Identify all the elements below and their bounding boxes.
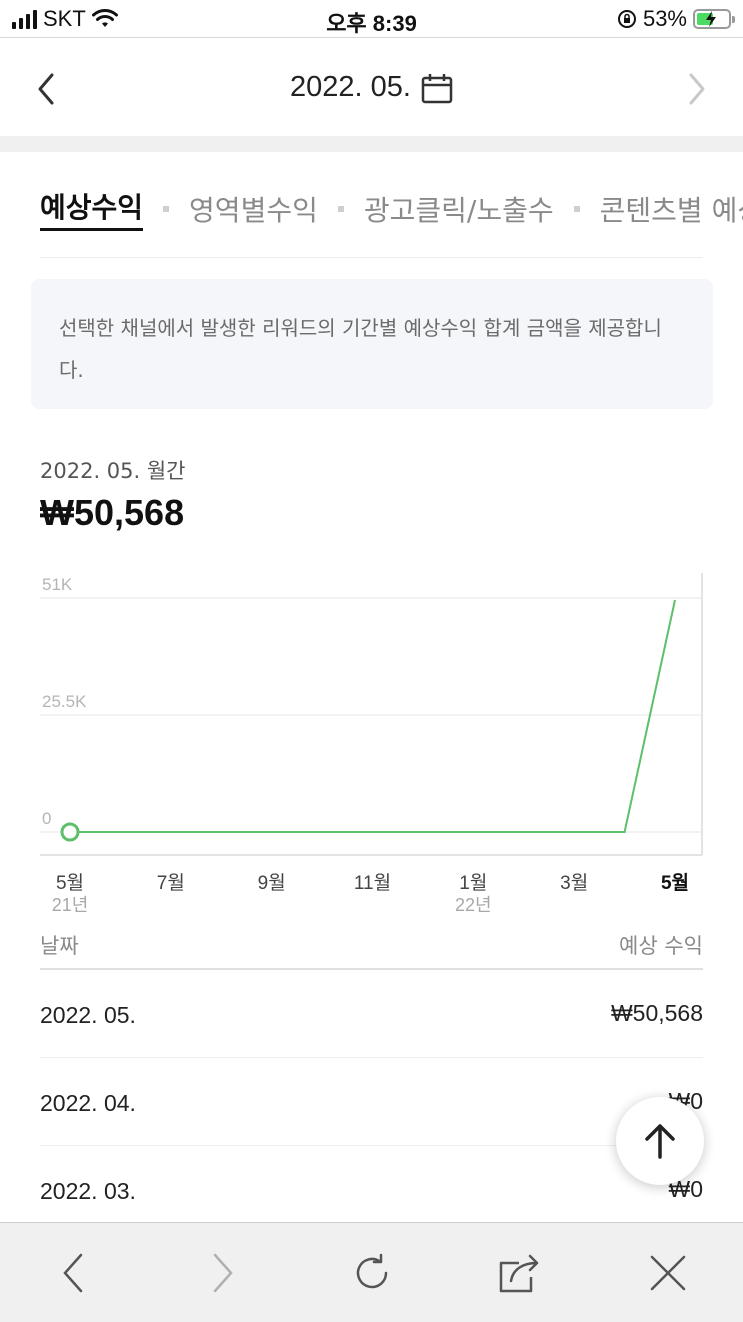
- data-point: [571, 829, 577, 835]
- date-picker[interactable]: 2022. 05.: [0, 71, 743, 104]
- data-point: [168, 829, 174, 835]
- close-tab-button[interactable]: [646, 1251, 690, 1295]
- x-tick-label: 1월: [459, 872, 487, 894]
- data-point: [370, 829, 376, 835]
- calendar-icon: [421, 73, 453, 103]
- data-point-marker: [60, 822, 80, 842]
- period-label: 2022. 05. 월간: [40, 459, 186, 483]
- x-tick-year-label: 21년: [52, 895, 89, 915]
- revenue-line: [70, 599, 676, 833]
- table-row: 2022. 03. ₩0: [40, 1146, 703, 1234]
- tab-separator: [337, 205, 344, 212]
- y-tick-label: 51K: [42, 575, 73, 594]
- tab-estimated-revenue[interactable]: 예상수익: [40, 186, 144, 231]
- y-tick-label: 0: [42, 809, 51, 828]
- tab-revenue-by-area[interactable]: 영역별수익: [189, 189, 318, 229]
- battery-percent: 53%: [642, 6, 687, 31]
- status-bar: SKT 오후 8:39 53%: [0, 0, 743, 38]
- battery-icon: [693, 9, 735, 29]
- page-title: 2022. 05.: [290, 71, 411, 103]
- tab-separator: [163, 205, 170, 212]
- section-divider: [0, 136, 743, 152]
- back-icon: [63, 1253, 83, 1293]
- info-text: 선택한 채널에서 발생한 리워드의 기간별 예상수익 합계 금액을 제공합니다.: [59, 316, 662, 382]
- x-tick-label: 7월: [157, 872, 185, 894]
- y-tick-label: 25.5K: [42, 692, 87, 711]
- row-date: 2022. 04.: [40, 1090, 136, 1116]
- share-icon: [499, 1254, 539, 1293]
- x-tick-label: 9월: [258, 872, 286, 894]
- share-button[interactable]: [497, 1251, 541, 1295]
- browser-toolbar: [0, 1222, 743, 1322]
- chevron-right-icon[interactable]: [677, 69, 713, 109]
- column-revenue: 예상 수익: [619, 934, 703, 958]
- x-tick-year-label: 22년: [455, 895, 492, 915]
- date-header: 2022. 05.: [0, 39, 743, 136]
- row-value: ₩50,568: [610, 1000, 703, 1026]
- close-icon: [650, 1255, 686, 1291]
- arrow-up-icon: [645, 1124, 675, 1159]
- data-point: [269, 829, 275, 835]
- data-point: [420, 829, 426, 835]
- data-point: [672, 597, 678, 603]
- x-tick-label: 11월: [354, 872, 391, 894]
- table-header: 날짜 예상 수익: [40, 930, 703, 970]
- x-tick-label: 5월: [56, 872, 84, 894]
- back-button[interactable]: [52, 1251, 96, 1295]
- row-date: 2022. 05.: [40, 1002, 136, 1028]
- data-point: [521, 829, 527, 835]
- forward-button[interactable]: [200, 1251, 244, 1295]
- revenue-chart: 025.5K51K5월21년7월 9월 11월 1월22년3월 5월: [40, 573, 703, 915]
- scroll-top-button[interactable]: [616, 1097, 704, 1185]
- data-point: [117, 829, 123, 835]
- table-row: 2022. 04. ₩0: [40, 1058, 703, 1146]
- tab-separator: [573, 205, 580, 212]
- column-date: 날짜: [40, 934, 79, 958]
- tabs-divider: [40, 257, 703, 258]
- data-point: [218, 829, 224, 835]
- reload-icon: [356, 1253, 388, 1289]
- table-row: 2022. 05. ₩50,568: [40, 970, 703, 1058]
- reload-button[interactable]: [350, 1251, 394, 1295]
- tab-revenue-by-content[interactable]: 콘텐츠별 예상: [600, 189, 743, 229]
- data-point: [319, 829, 325, 835]
- x-tick-label: 5월: [661, 872, 689, 894]
- total-amount: ₩50,568: [40, 492, 185, 533]
- info-box: 선택한 채널에서 발생한 리워드의 기간별 예상수익 합계 금액을 제공합니다.: [31, 279, 713, 409]
- status-right: 53%: [617, 6, 735, 32]
- x-tick-label: 3월: [560, 872, 588, 894]
- tab-ad-clicks-impressions[interactable]: 광고클릭/노출수: [364, 189, 554, 229]
- data-point: [470, 829, 476, 835]
- tab-bar: 예상수익 영역별수익 광고클릭/노출수 콘텐츠별 예상: [40, 186, 743, 231]
- data-point: [622, 829, 628, 835]
- row-date: 2022. 03.: [40, 1178, 136, 1204]
- rotation-lock-icon: [617, 10, 636, 28]
- forward-icon: [213, 1253, 233, 1293]
